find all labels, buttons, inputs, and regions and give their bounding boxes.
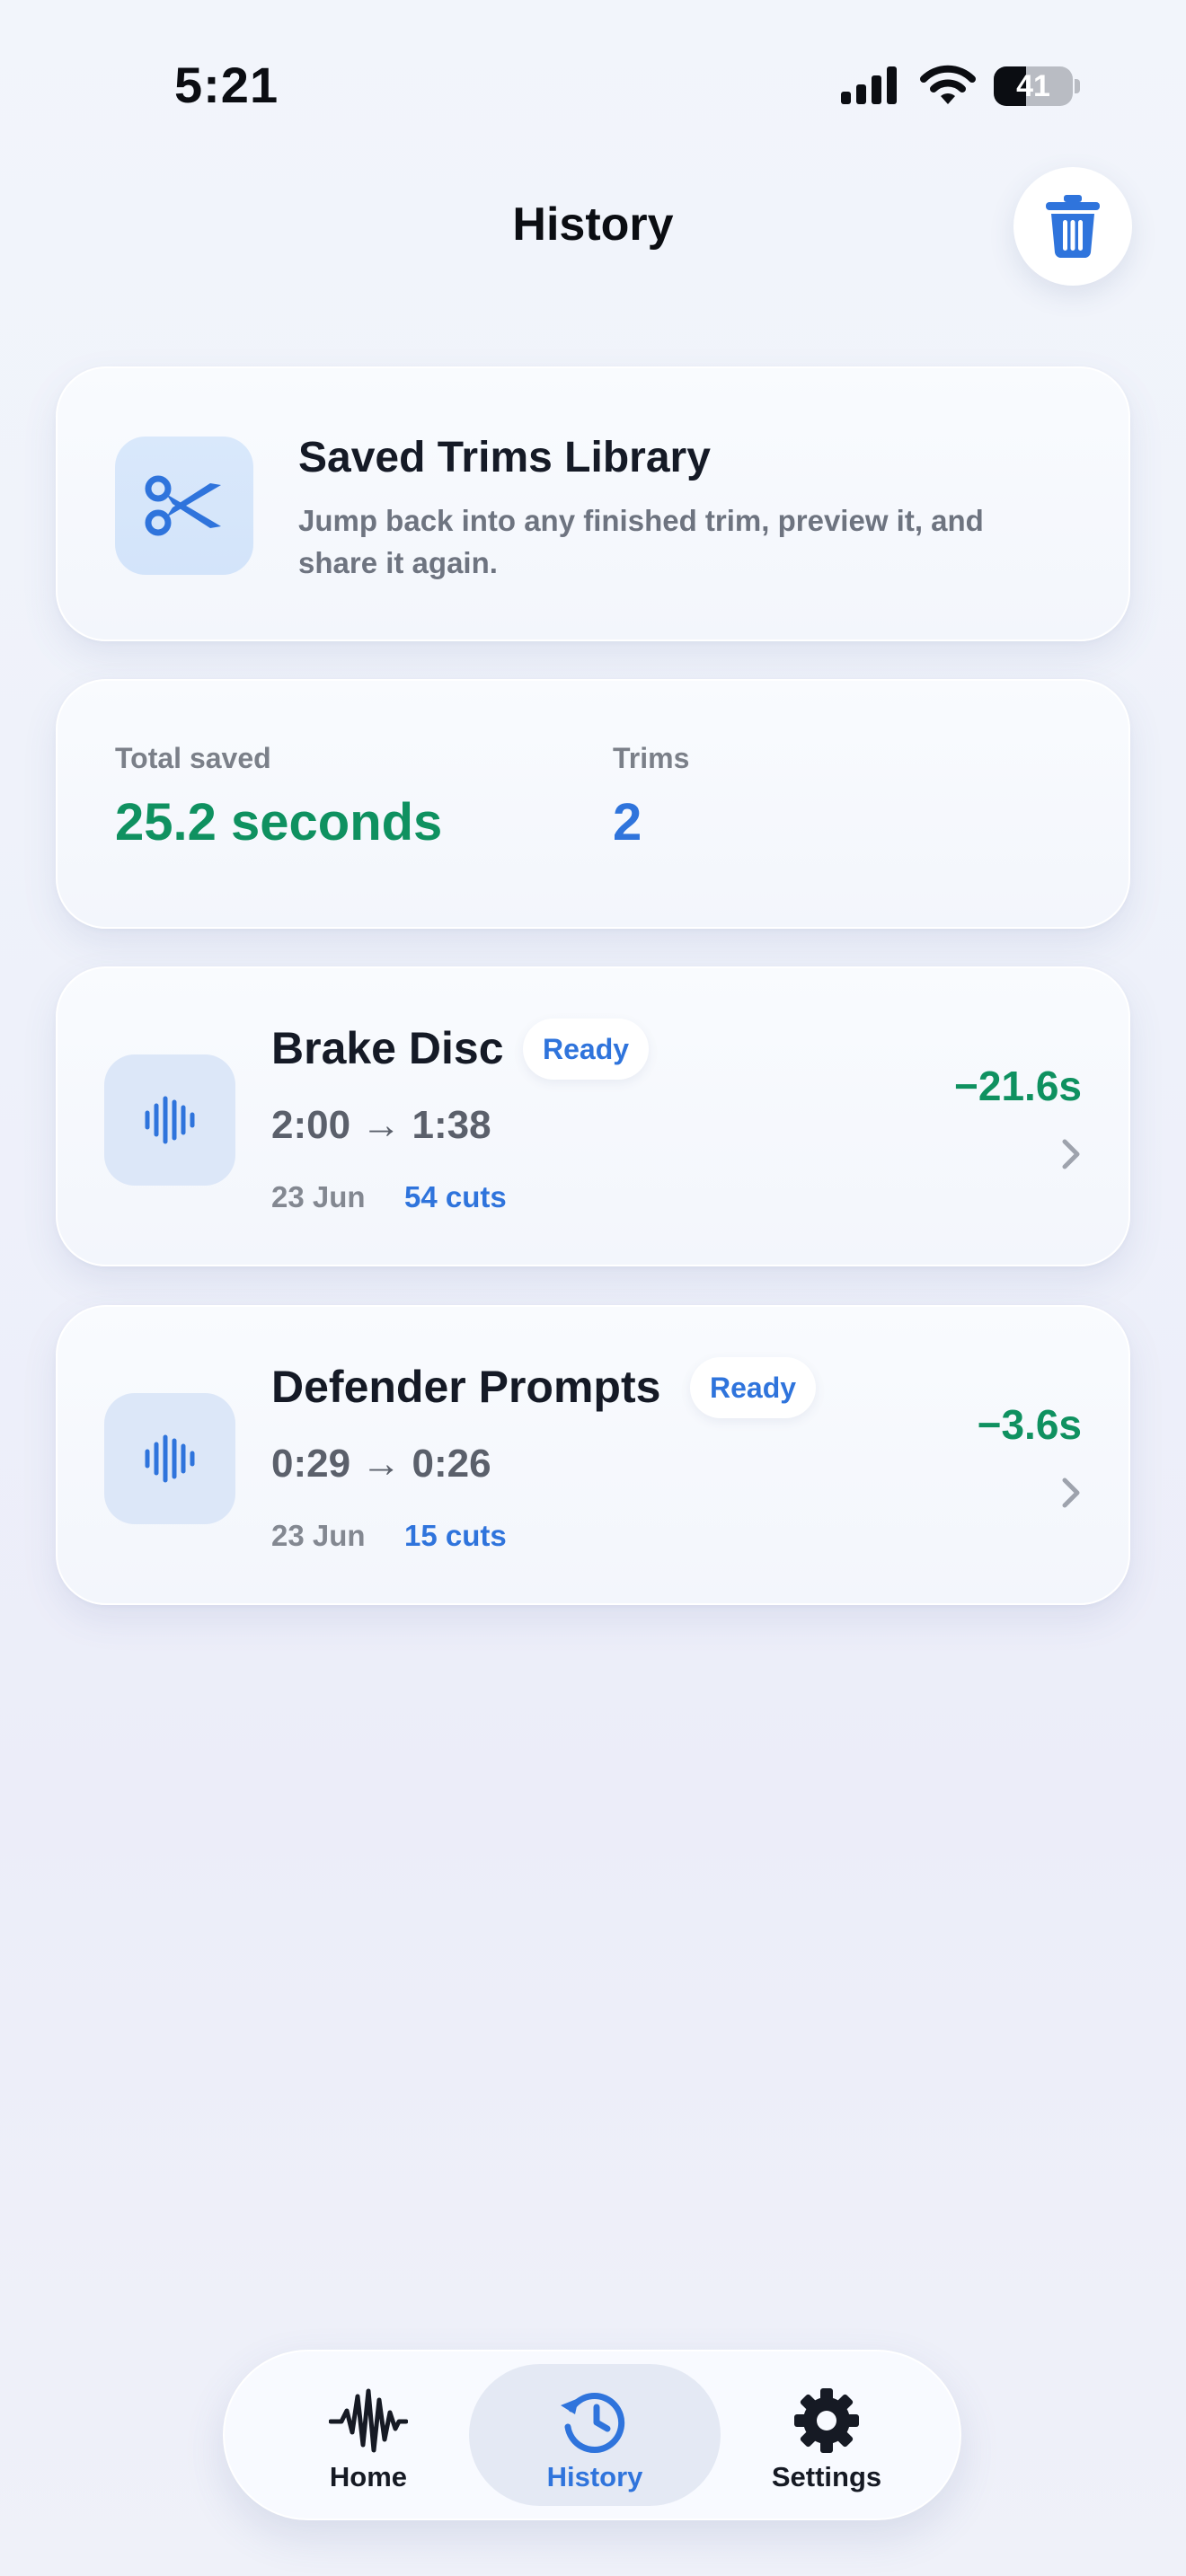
trims-count-label: Trims: [613, 742, 690, 774]
tab-settings[interactable]: Settings: [701, 2364, 952, 2506]
clear-history-button[interactable]: [1013, 167, 1132, 286]
trim-name: Brake Disc: [271, 1023, 504, 1073]
trim-name: Defender Prompts: [271, 1362, 661, 1412]
tab-label: Settings: [771, 2461, 882, 2492]
waveform-icon: [145, 1434, 195, 1483]
trim-card-defender-prompts[interactable]: Defender Prompts Ready 0:29 → 0:26 23 Ju…: [56, 1305, 1130, 1605]
trim-icon-tile: [104, 1393, 235, 1524]
page-title: History: [512, 198, 674, 251]
trim-cuts: 54 cuts: [404, 1180, 507, 1213]
trim-icon-tile: [104, 1054, 235, 1186]
tab-bar: Home History Settings: [223, 2350, 961, 2520]
cellular-signal-icon: [841, 66, 897, 104]
chevron-right-icon: [1062, 1478, 1080, 1508]
total-saved-value: 25.2 seconds: [115, 793, 443, 851]
status-time: 5:21: [174, 57, 279, 113]
trim-duration: 2:00 → 1:38: [271, 1103, 491, 1147]
trash-icon: [1046, 195, 1100, 259]
status-badge: Ready: [523, 1019, 650, 1080]
chevron-right-icon: [1062, 1139, 1080, 1169]
scissors-icon: [145, 475, 221, 536]
history-clock-icon: [561, 2393, 625, 2453]
trim-date: 23 Jun: [271, 1519, 366, 1552]
status-badge: Ready: [690, 1357, 817, 1418]
tab-home[interactable]: Home: [243, 2364, 494, 2506]
status-bar: 5:21 41: [0, 0, 1186, 171]
intro-description: Jump back into any finished trim, previe…: [298, 504, 984, 579]
trim-date: 23 Jun: [271, 1180, 366, 1213]
trim-cuts: 15 cuts: [404, 1519, 507, 1552]
waveform-icon: [329, 2388, 408, 2453]
wifi-icon: [920, 65, 976, 104]
stats-card: Total saved 25.2 seconds Trims 2: [56, 679, 1130, 929]
gear-icon: [794, 2388, 859, 2453]
tab-label: History: [546, 2461, 643, 2492]
tab-history[interactable]: History: [469, 2364, 721, 2506]
trim-saved-time: −3.6s: [977, 1401, 1082, 1448]
trim-duration: 0:29 → 0:26: [271, 1442, 491, 1486]
intro-icon-tile: [115, 437, 253, 575]
battery-icon: 41: [994, 65, 1080, 108]
library-intro-card: Saved Trims Library Jump back into any f…: [56, 366, 1130, 641]
trims-count-value: 2: [613, 793, 642, 851]
tab-label: Home: [329, 2461, 408, 2492]
trim-card-brake-disc[interactable]: Brake Disc Ready 2:00 → 1:38 23 Jun 54 c…: [56, 966, 1130, 1266]
waveform-icon: [145, 1096, 195, 1144]
total-saved-label: Total saved: [115, 742, 271, 774]
battery-percentage: 41: [1016, 69, 1050, 103]
intro-title: Saved Trims Library: [298, 434, 711, 481]
trim-saved-time: −21.6s: [954, 1063, 1082, 1109]
